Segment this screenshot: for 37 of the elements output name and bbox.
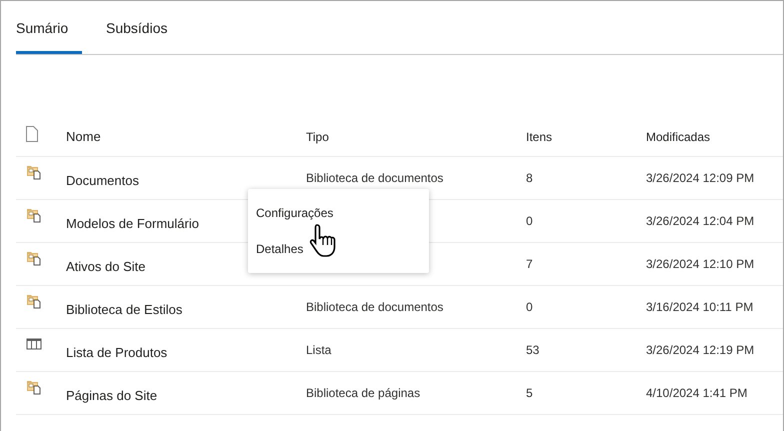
item-count: 8	[526, 171, 533, 185]
modified-date: 3/26/2024 12:19 PM	[646, 343, 754, 357]
modified-date: 3/26/2024 12:10 PM	[646, 257, 754, 271]
list-icon	[26, 336, 42, 350]
menu-item[interactable]: Configurações	[248, 195, 429, 231]
library-icon	[26, 378, 42, 394]
modified-date: 3/16/2024 10:11 PM	[646, 300, 754, 314]
type-cell: Biblioteca de documentos	[306, 300, 444, 314]
file-icon	[26, 126, 38, 142]
column-header[interactable]: Nome	[66, 126, 101, 146]
item-count: 53	[526, 343, 540, 357]
item-count: 0	[526, 214, 533, 228]
library-icon	[26, 250, 42, 266]
list-name-link[interactable]: Biblioteca de Estilos	[66, 302, 182, 318]
modified-date: 4/10/2024 1:41 PM	[646, 386, 748, 400]
tab[interactable]: Sumário	[16, 1, 82, 54]
list-name-link[interactable]: Documentos	[66, 173, 139, 188]
list-name-link[interactable]: Lista de Produtos	[66, 345, 168, 360]
type-cell: Lista	[306, 343, 332, 357]
modified-date: 3/26/2024 12:09 PM	[646, 171, 754, 185]
column-header[interactable]: Modificadas	[646, 128, 710, 146]
type-cell: Biblioteca de documentos	[306, 171, 444, 185]
modified-date: 3/26/2024 12:04 PM	[646, 214, 754, 228]
library-icon	[26, 164, 42, 180]
library-icon	[26, 206, 42, 222]
list-name-link[interactable]: Páginas do Site	[66, 388, 158, 404]
item-count: 0	[526, 300, 533, 314]
column-header[interactable]: Itens	[526, 128, 552, 146]
library-icon	[26, 292, 42, 308]
menu-item[interactable]: Detalhes	[248, 231, 429, 267]
list-name-link[interactable]: Ativos do Site	[66, 259, 146, 274]
tab[interactable]: Subsídios	[106, 1, 168, 54]
item-count: 7	[526, 257, 533, 271]
list-name-link[interactable]: Modelos de Formulário	[66, 216, 199, 232]
type-cell: Biblioteca de páginas	[306, 386, 420, 400]
column-header[interactable]: Tipo	[306, 128, 329, 146]
item-count: 5	[526, 386, 533, 400]
